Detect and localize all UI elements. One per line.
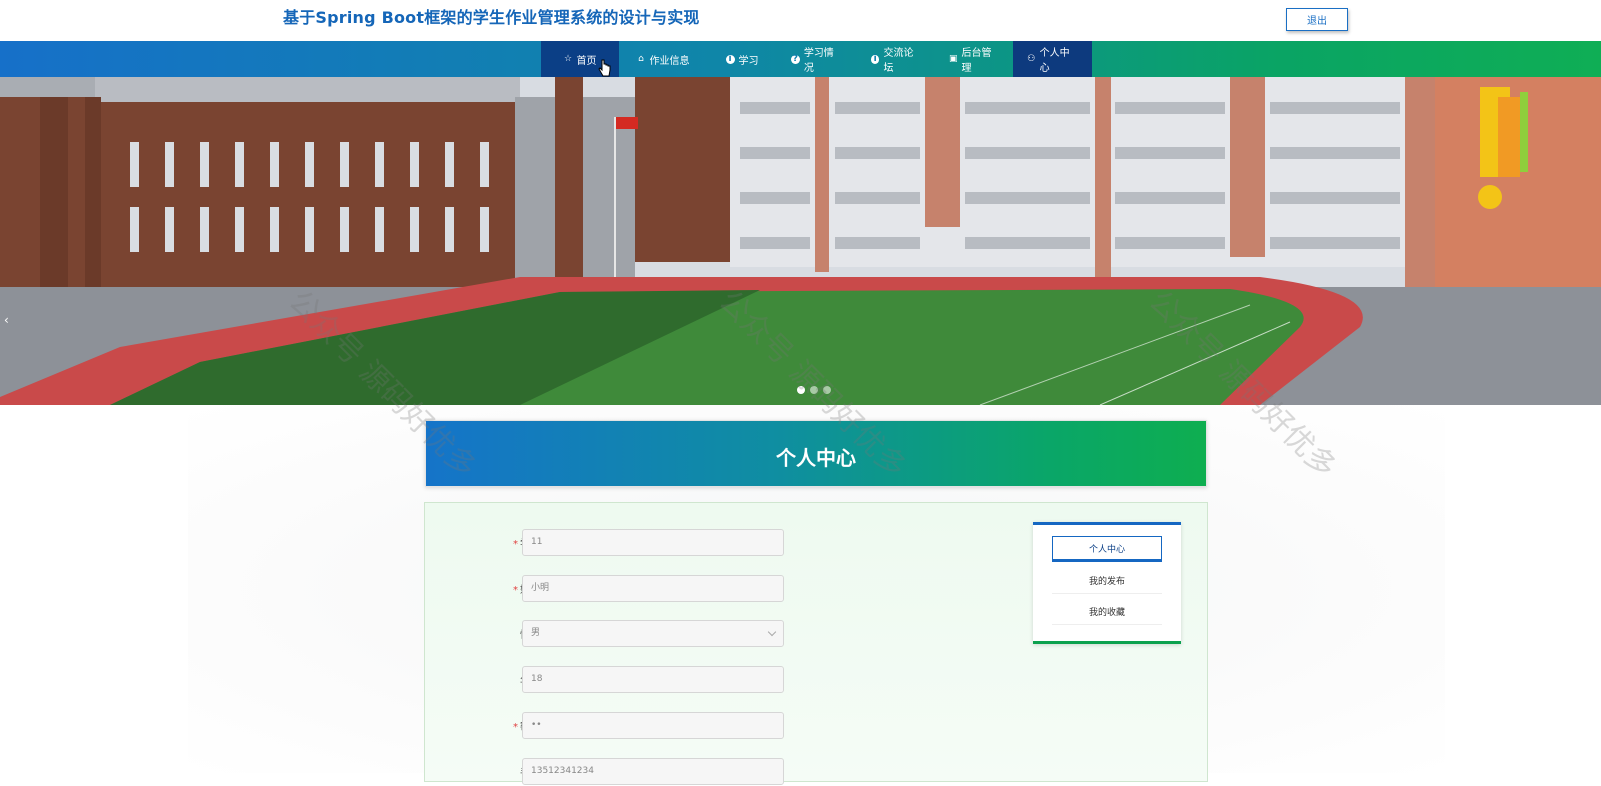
side-menu-item-my-favorites[interactable]: 我的收藏 (1052, 599, 1162, 625)
briefcase-icon: ▣ (949, 53, 958, 64)
nav-label-profile: 个人中心 (1039, 48, 1070, 74)
side-menu-item-my-posts[interactable]: 我的发布 (1052, 568, 1162, 594)
nav-item-study[interactable]: i 学习 (707, 41, 777, 77)
info-dot-icon: i (725, 54, 735, 64)
field-age: 年龄 18 (425, 666, 805, 694)
star-icon: ☆ (563, 53, 573, 64)
age-input[interactable]: 18 (522, 666, 784, 693)
page-title: 个人中心 (776, 446, 856, 470)
password-input[interactable]: •• (522, 712, 784, 739)
field-student-id: *学号 11 (425, 529, 805, 557)
user-icon: ⚇ (1027, 53, 1036, 64)
site-title: 基于Spring Boot框架的学生作业管理系统的设计与实现 (283, 8, 700, 27)
nav-item-forum[interactable]: i 交流论坛 (857, 41, 935, 77)
nav-label-admin: 后台管理 (961, 48, 992, 74)
field-name: *姓名 小明 (425, 575, 805, 603)
gender-select-value: 男 (531, 628, 541, 638)
bag-icon: ⌂ (638, 53, 644, 64)
nav-label-study: 学习 (738, 55, 759, 67)
field-gender: 性别 男 (425, 620, 805, 648)
name-input[interactable]: 小明 (522, 575, 784, 602)
student-id-input[interactable]: 11 (522, 529, 784, 556)
nav-label-homework: 作业信息 (649, 55, 690, 67)
nav-item-admin[interactable]: ▣ 后台管理 (935, 41, 1013, 77)
info-dot-icon: i (871, 54, 880, 64)
nav-item-profile[interactable]: ⚇ 个人中心 (1013, 41, 1092, 77)
profile-side-menu: 个人中心 我的发布 我的收藏 (1033, 522, 1181, 644)
phone-input[interactable]: 13512341234 (522, 758, 784, 785)
field-password: *密码 •• (425, 712, 805, 740)
hand-cursor-icon (598, 59, 611, 77)
logout-button[interactable]: 退出 (1286, 8, 1348, 31)
nav-label-forum: 交流论坛 (883, 48, 914, 74)
nav-label-study-status: 学习情况 (803, 48, 834, 74)
field-phone: 手机 13512341234 (425, 758, 805, 786)
carousel-dots (797, 386, 831, 394)
carousel-prev-button[interactable]: ‹ (4, 313, 9, 327)
nav-item-homework[interactable]: ⌂ 作业信息 (619, 41, 707, 77)
side-menu-item-profile[interactable]: 个人中心 (1052, 536, 1162, 562)
campus-image (0, 77, 1601, 405)
main-nav: ☆ 首页 ⌂ 作业信息 i 学习 ? 学习情况 i 交流论坛 ▣ 后台管理 ⚇ … (0, 41, 1601, 77)
required-mark: * (513, 585, 518, 596)
required-mark: * (513, 539, 518, 550)
chevron-down-icon (767, 627, 777, 637)
nav-item-study-status[interactable]: ? 学习情况 (777, 41, 857, 77)
carousel-dot[interactable] (797, 386, 805, 394)
page-title-panel: 个人中心 (425, 420, 1207, 487)
carousel-dot[interactable] (810, 386, 818, 394)
nav-label-home: 首页 (576, 55, 597, 67)
required-mark: * (513, 722, 518, 733)
question-dot-icon: ? (791, 53, 800, 64)
hero-carousel[interactable]: ‹ (0, 77, 1601, 405)
carousel-dot[interactable] (823, 386, 831, 394)
top-bar: 基于Spring Boot框架的学生作业管理系统的设计与实现 退出 (0, 0, 1601, 41)
gender-select[interactable]: 男 (522, 620, 784, 647)
